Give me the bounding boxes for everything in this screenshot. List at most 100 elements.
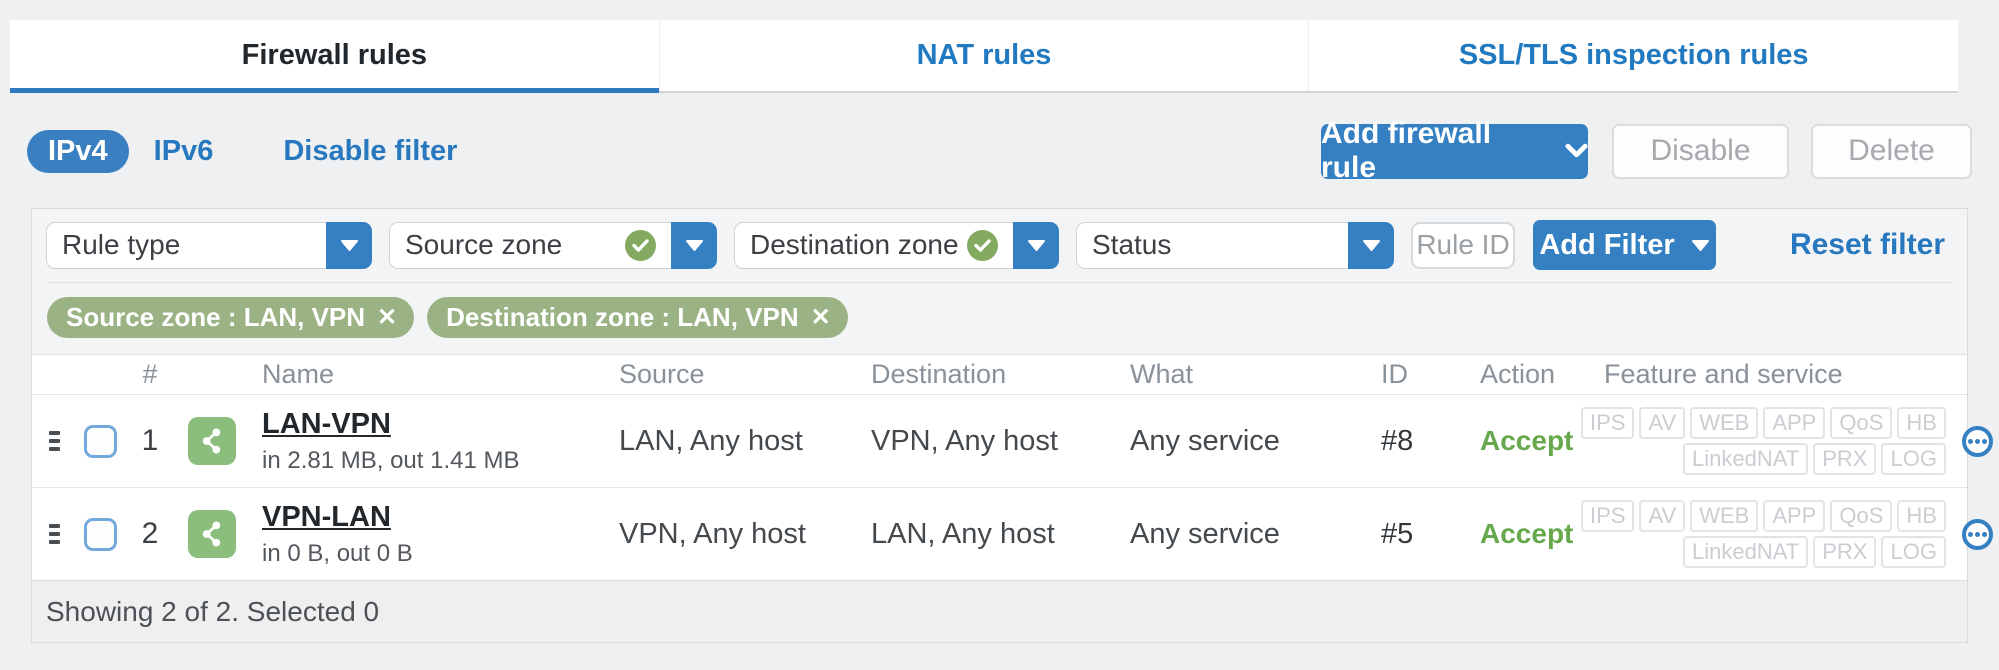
- tab-ssl-tls-inspection-rules[interactable]: SSL/TLS inspection rules: [1308, 20, 1958, 91]
- source-zone-dropdown[interactable]: Source zone: [389, 221, 717, 269]
- rule-traffic-stats: in 2.81 MB, out 1.41 MB: [262, 446, 520, 474]
- rules-tab-bar: Firewall rules NAT rules SSL/TLS inspect…: [10, 20, 1958, 93]
- chip-label: Destination zone : LAN, VPN: [446, 302, 799, 332]
- tab-firewall-rules[interactable]: Firewall rules: [10, 20, 659, 93]
- destination-zone-filter-chip[interactable]: Destination zone : LAN, VPN ✕: [427, 297, 848, 338]
- status-label: Status: [1092, 229, 1172, 260]
- feature-badge: PRX: [1813, 443, 1877, 475]
- header-action: Action: [1480, 359, 1556, 389]
- toolbar: IPv4 IPv6 Disable filter Add firewall ru…: [27, 117, 1972, 184]
- source-zone-filter-chip[interactable]: Source zone : LAN, VPN ✕: [47, 297, 415, 338]
- table-footer: Showing 2 of 2. Selected 0: [32, 580, 1967, 642]
- add-filter-button[interactable]: Add Filter: [1533, 220, 1716, 270]
- feature-badge: AV: [1639, 407, 1686, 439]
- row-more-options-icon[interactable]: [1961, 425, 1993, 457]
- firewall-rules-panel: Rule type Source zone Destination zone S…: [31, 208, 1993, 643]
- delete-button[interactable]: Delete: [1811, 123, 1972, 179]
- filter-applied-check-icon: [625, 229, 656, 261]
- dropdown-arrow-icon: [340, 239, 358, 251]
- rule-traffic-stats: in 0 B, out 0 B: [262, 539, 413, 567]
- status-dropdown-button[interactable]: [1348, 221, 1394, 269]
- feature-badge: QoS: [1830, 407, 1893, 439]
- remove-filter-icon[interactable]: ✕: [377, 305, 397, 330]
- source-zone-field[interactable]: Source zone: [389, 221, 671, 269]
- feature-badge: LOG: [1881, 443, 1946, 475]
- rule-id: #5: [1381, 517, 1414, 550]
- row-count-status: Showing 2 of 2. Selected 0: [46, 595, 380, 627]
- dropdown-arrow-icon: [1362, 239, 1380, 251]
- feature-badge: LOG: [1881, 536, 1946, 568]
- destination-zone-dropdown-button[interactable]: [1013, 221, 1059, 269]
- filter-row: Rule type Source zone Destination zone S…: [46, 220, 1953, 270]
- add-firewall-rule-button[interactable]: Add firewall rule: [1321, 117, 1588, 184]
- rule-type-field[interactable]: Rule type: [46, 221, 326, 269]
- add-firewall-rule-label: Add firewall rule: [1321, 117, 1492, 184]
- ipv4-toggle[interactable]: IPv4: [27, 129, 129, 173]
- active-filter-chips: Source zone : LAN, VPN ✕ Destination zon…: [46, 282, 1953, 354]
- table-row: 2 VPN-LAN in 0 B, out 0 B VPN, Any host …: [32, 487, 1993, 580]
- rule-name-link[interactable]: LAN-VPN: [262, 408, 391, 441]
- feature-badge: LinkedNAT: [1683, 536, 1809, 568]
- feature-badges: IPS AV WEB APP QoS HB LinkedNAT PRX LOG: [1581, 500, 1962, 568]
- drag-handle-icon[interactable]: [32, 524, 68, 544]
- header-feature-and-service: Feature and service: [1604, 359, 1843, 389]
- feature-badge: APP: [1763, 407, 1826, 439]
- rule-what: Any service: [1130, 424, 1280, 457]
- chevron-down-icon: [1565, 143, 1588, 158]
- dropdown-arrow-icon: [685, 239, 703, 251]
- header-id: ID: [1381, 359, 1408, 389]
- reset-filter-link[interactable]: Reset filter: [1790, 228, 1945, 262]
- rule-type-dropdown[interactable]: Rule type: [46, 221, 372, 269]
- source-zone-dropdown-button[interactable]: [671, 221, 717, 269]
- tab-label: SSL/TLS inspection rules: [1458, 39, 1809, 71]
- rule-source: VPN, Any host: [619, 517, 806, 550]
- rule-id: #8: [1381, 424, 1414, 457]
- rule-source: LAN, Any host: [619, 424, 803, 457]
- destination-zone-dropdown[interactable]: Destination zone: [734, 221, 1059, 269]
- dropdown-arrow-icon: [1691, 239, 1709, 251]
- destination-zone-label: Destination zone: [750, 229, 959, 260]
- traffic-share-icon[interactable]: [188, 510, 236, 558]
- tab-label: Firewall rules: [241, 39, 428, 71]
- feature-badge: APP: [1763, 500, 1826, 532]
- feature-badge: HB: [1897, 500, 1946, 532]
- drag-handle-icon[interactable]: [32, 431, 68, 451]
- header-name: Name: [262, 359, 335, 389]
- add-filter-label: Add Filter: [1539, 228, 1675, 261]
- row-checkbox[interactable]: [84, 424, 117, 458]
- traffic-share-icon[interactable]: [188, 417, 236, 465]
- header-number: #: [142, 359, 158, 389]
- remove-filter-icon[interactable]: ✕: [811, 305, 831, 330]
- destination-zone-field[interactable]: Destination zone: [734, 221, 1013, 269]
- rule-action: Accept: [1480, 425, 1574, 456]
- feature-badge: QoS: [1830, 500, 1893, 532]
- row-number: 2: [141, 517, 159, 550]
- feature-badge: IPS: [1581, 500, 1635, 532]
- row-number: 1: [141, 424, 159, 457]
- disable-button[interactable]: Disable: [1612, 123, 1789, 179]
- header-what: What: [1130, 359, 1194, 389]
- status-dropdown[interactable]: Status: [1076, 221, 1394, 269]
- feature-badge: WEB: [1690, 500, 1759, 532]
- rule-id-input[interactable]: [1411, 221, 1515, 269]
- rule-name-link[interactable]: VPN-LAN: [262, 501, 391, 534]
- rule-type-dropdown-button[interactable]: [326, 221, 372, 269]
- row-checkbox[interactable]: [84, 517, 117, 551]
- rule-what: Any service: [1130, 517, 1280, 550]
- ipv6-toggle[interactable]: IPv6: [154, 135, 214, 168]
- feature-badge: PRX: [1813, 536, 1877, 568]
- status-field[interactable]: Status: [1076, 221, 1348, 269]
- header-source: Source: [619, 359, 705, 389]
- rule-type-label: Rule type: [62, 229, 181, 260]
- disable-filter-link[interactable]: Disable filter: [283, 135, 457, 168]
- source-zone-label: Source zone: [405, 229, 563, 260]
- rule-destination: VPN, Any host: [871, 424, 1058, 457]
- rule-action: Accept: [1480, 518, 1574, 549]
- feature-badge: IPS: [1581, 407, 1635, 439]
- tab-label: NAT rules: [916, 39, 1052, 71]
- tab-nat-rules[interactable]: NAT rules: [658, 20, 1309, 91]
- filter-panel: Rule type Source zone Destination zone S…: [32, 209, 1967, 354]
- row-more-options-icon[interactable]: [1961, 518, 1993, 550]
- feature-badge: AV: [1639, 500, 1686, 532]
- feature-badge: WEB: [1690, 407, 1759, 439]
